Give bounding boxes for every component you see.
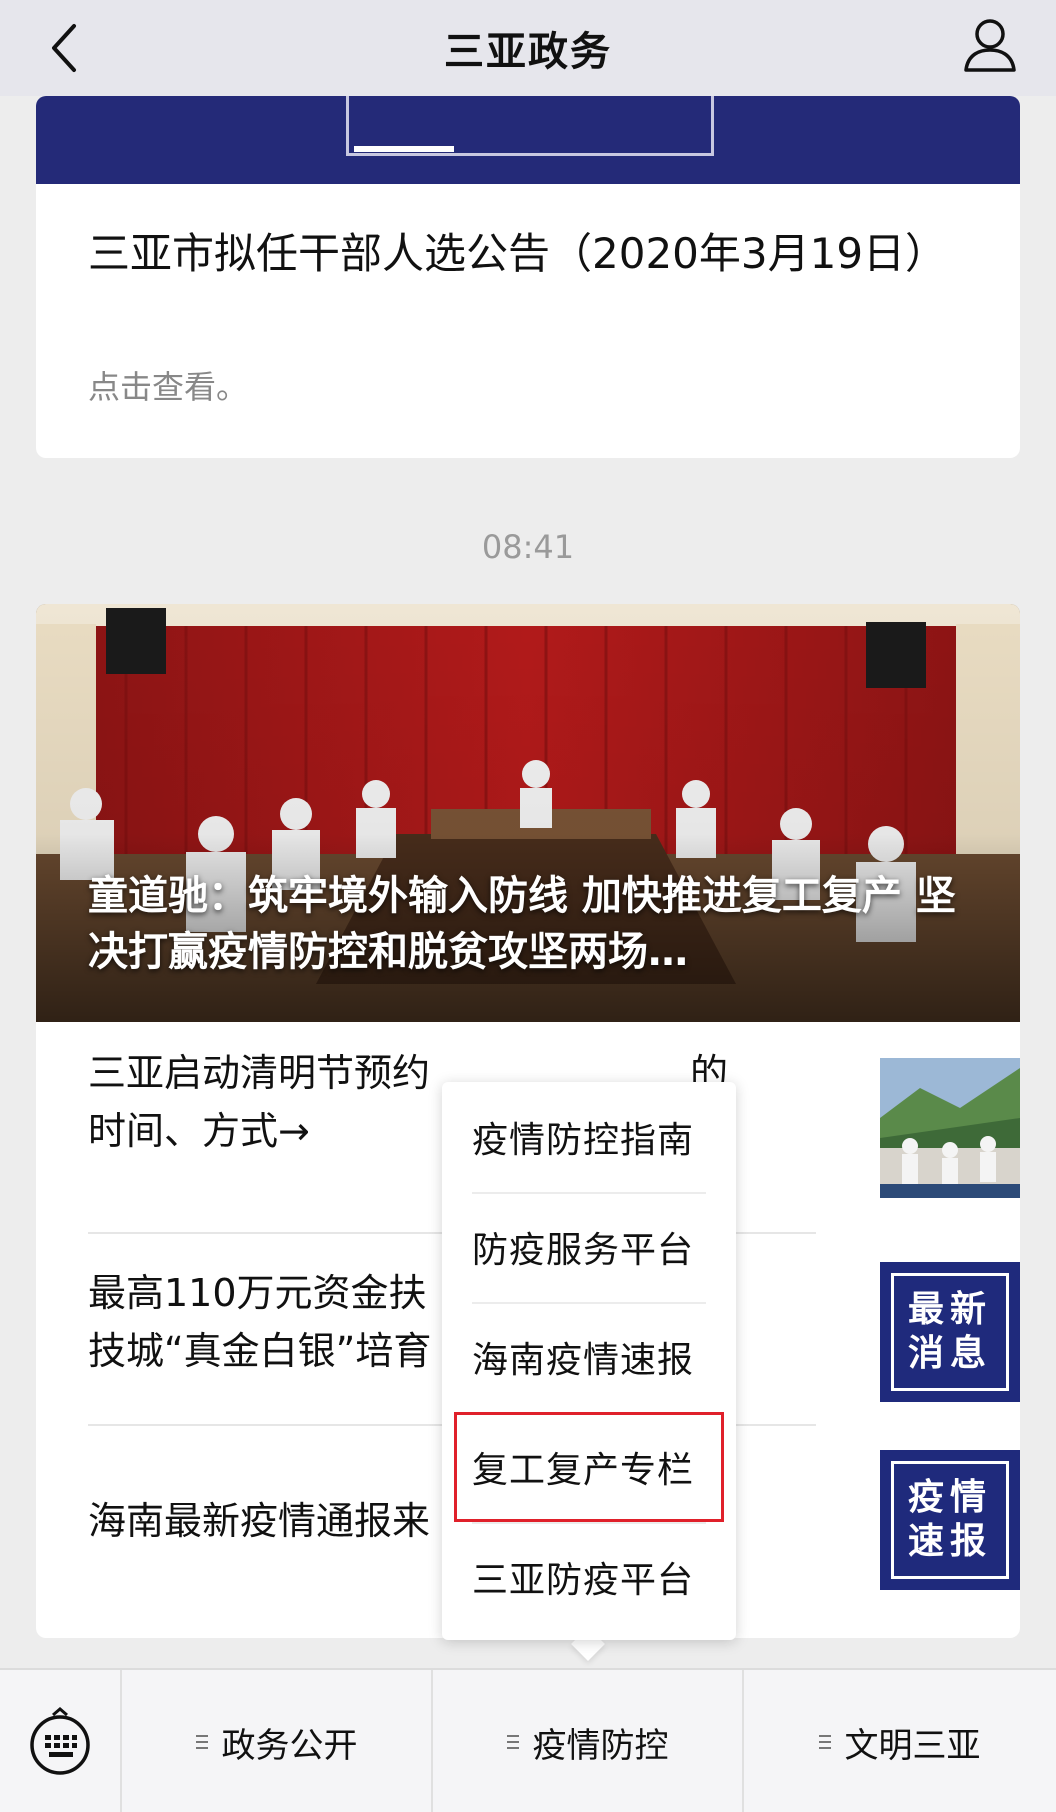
menu-tab-civilized-sanya[interactable]: 文明三亚 xyxy=(744,1670,1055,1812)
page-title: 三亚政务 xyxy=(444,29,612,75)
article-card-1[interactable]: 三亚市拟任干部人选公告（2020年3月19日） 点击查看。 xyxy=(36,96,1020,458)
submenu-item-service-platform[interactable]: 防疫服务平台 xyxy=(472,1192,706,1302)
menu-tab-epidemic-control[interactable]: 疫情防控 xyxy=(433,1670,744,1812)
menu-list-icon xyxy=(195,1735,208,1749)
hero-image[interactable]: 童道驰：筑牢境外输入防线 加快推进复工复产 坚决打赢疫情防控和脱贫攻坚两场… xyxy=(36,604,1020,1022)
article-title[interactable]: 三亚市拟任干部人选公告（2020年3月19日） xyxy=(88,226,978,282)
menu-list-icon xyxy=(818,1735,831,1749)
top-navbar: 三亚政务 xyxy=(0,0,1056,96)
chevron-left-icon[interactable] xyxy=(40,18,100,78)
badge-line-1: 疫情 xyxy=(907,1477,992,1518)
banner-accent xyxy=(354,146,454,152)
menu-tab-label: 政务公开 xyxy=(221,1725,358,1766)
submenu-item-guide[interactable]: 疫情防控指南 xyxy=(472,1082,706,1192)
menu-list-icon xyxy=(506,1735,519,1749)
bottom-menu-bar: 政务公开 疫情防控 文明三亚 xyxy=(0,1668,1056,1812)
epidemic-report-badge: 疫情 速报 xyxy=(880,1450,1020,1590)
submenu-item-hainan-report[interactable]: 海南疫情速报 xyxy=(472,1302,706,1412)
badge-line-2: 消息 xyxy=(907,1333,992,1374)
article-subtitle: 点击查看。 xyxy=(88,368,249,406)
menu-tab-label: 疫情防控 xyxy=(532,1725,669,1766)
menu-tab-label: 文明三亚 xyxy=(844,1725,981,1766)
article-banner xyxy=(36,96,1020,184)
list-item-thumbnail xyxy=(880,1058,1020,1198)
highlight-box xyxy=(454,1412,724,1522)
badge-line-2: 速报 xyxy=(907,1521,992,1562)
latest-news-badge: 最新 消息 xyxy=(880,1262,1020,1402)
submenu-item-sanya-platform[interactable]: 三亚防疫平台 xyxy=(472,1522,706,1632)
hero-headline[interactable]: 童道驰：筑牢境外输入防线 加快推进复工复产 坚决打赢疫情防控和脱贫攻坚两场… xyxy=(88,868,978,980)
badge-line-1: 最新 xyxy=(907,1289,992,1330)
keyboard-icon[interactable] xyxy=(0,1670,122,1812)
submenu-popup: 疫情防控指南 防疫服务平台 海南疫情速报 复工复产专栏 三亚防疫平台 xyxy=(442,1082,736,1640)
menu-tab-gov-affairs[interactable]: 政务公开 xyxy=(122,1670,433,1812)
user-icon[interactable] xyxy=(960,14,1020,78)
message-timestamp: 08:41 xyxy=(481,528,575,566)
